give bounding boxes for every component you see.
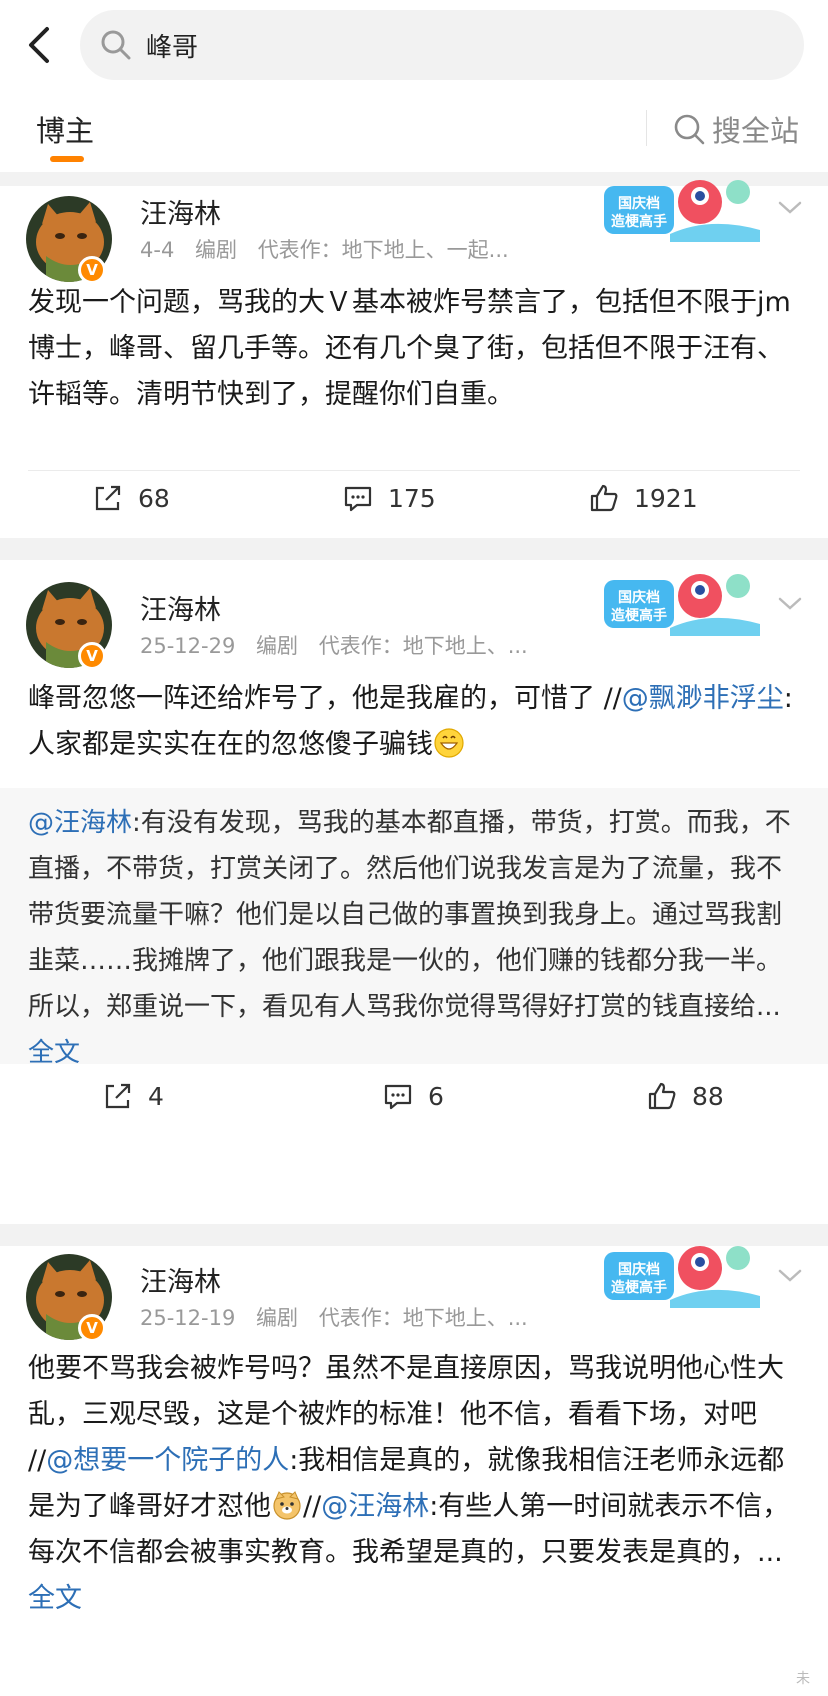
user-mention-link[interactable]: @汪海林 bbox=[321, 1491, 429, 1522]
doge-emoji-icon bbox=[273, 1491, 301, 1520]
post-card[interactable]: V 汪海林 4-4 编剧 代表作：地下地上、一起... 国庆档 造梗高手 发现一… bbox=[0, 180, 828, 586]
like-button[interactable]: 88 bbox=[646, 1080, 724, 1112]
thumbs-up-icon bbox=[648, 1082, 676, 1110]
author-works: 代表作：地下地上、一起... bbox=[257, 238, 509, 262]
thumbs-up-icon bbox=[590, 484, 618, 512]
watermark: 未 bbox=[796, 1671, 810, 1687]
user-mention-link[interactable]: @想要一个院子的人 bbox=[46, 1445, 289, 1476]
author-works: 代表作：地下地上、... bbox=[318, 634, 528, 658]
section-gap bbox=[0, 538, 828, 560]
comment-count: 6 bbox=[428, 1081, 444, 1111]
author-role: 编剧 bbox=[256, 1306, 299, 1330]
grin-emoji-icon bbox=[434, 728, 464, 758]
top-bar: 峰哥 bbox=[0, 0, 828, 90]
post-text: 峰哥忽悠一阵还给炸号了，他是我雇的，可惜了 // bbox=[28, 683, 622, 714]
svg-text:造梗高手: 造梗高手 bbox=[611, 213, 667, 230]
chevron-down-icon[interactable] bbox=[776, 198, 804, 218]
search-input[interactable]: 峰哥 bbox=[80, 10, 804, 80]
action-bar: 68 175 1921 bbox=[0, 482, 828, 522]
post-content: 峰哥忽悠一阵还给炸号了，他是我雇的，可惜了 //@飘渺非浮尘:人家都是实实在在的… bbox=[28, 676, 804, 768]
post-meta: 25-12-29 编剧 代表作：地下地上、... bbox=[140, 630, 542, 660]
repost-button[interactable]: 4 bbox=[102, 1080, 164, 1112]
national-day-badge-icon: 国庆档 造梗高手 bbox=[604, 1246, 760, 1308]
post-date: 25-12-19 bbox=[140, 1306, 236, 1330]
post-meta: 4-4 编剧 代表作：地下地上、一起... bbox=[140, 234, 523, 264]
read-full-link[interactable]: 全文 bbox=[28, 1038, 80, 1068]
tab-separator bbox=[646, 110, 647, 146]
like-count: 1921 bbox=[634, 483, 698, 513]
back-button[interactable] bbox=[18, 20, 58, 70]
svg-text:国庆档: 国庆档 bbox=[618, 589, 660, 606]
post-date: 25-12-29 bbox=[140, 634, 236, 658]
post-content: 发现一个问题，骂我的大Ｖ基本被炸号禁言了，包括但不限于jm博士，峰哥、留几手等。… bbox=[28, 287, 791, 410]
user-mention-link[interactable]: @飘渺非浮尘 bbox=[622, 683, 784, 714]
author-works: 代表作：地下地上、... bbox=[318, 1306, 528, 1330]
author-name[interactable]: 汪海林 bbox=[140, 1260, 221, 1299]
author-role: 编剧 bbox=[195, 238, 237, 262]
national-day-badge-icon: 国庆档 造梗高手 bbox=[604, 574, 760, 636]
read-full-link[interactable]: 全文 bbox=[28, 1583, 82, 1614]
search-icon bbox=[101, 30, 131, 60]
user-mention-link[interactable]: @汪海林 bbox=[28, 808, 132, 838]
comment-button[interactable]: 175 bbox=[342, 482, 436, 514]
repost-button[interactable]: 68 bbox=[92, 482, 170, 514]
author-name[interactable]: 汪海林 bbox=[140, 588, 221, 627]
quoted-post[interactable]: @汪海林:有没有发现，骂我的基本都直播，带货，打赏。而我，不直播，不带货，打赏关… bbox=[0, 788, 828, 1068]
comment-button[interactable]: 6 bbox=[382, 1080, 444, 1112]
tab-bloggers[interactable]: 博主 bbox=[36, 108, 94, 150]
action-bar: 4 6 88 bbox=[0, 1080, 828, 1120]
post-date: 4-4 bbox=[140, 238, 175, 262]
svg-text:国庆档: 国庆档 bbox=[618, 195, 660, 212]
repost-icon bbox=[95, 485, 121, 511]
verified-badge-icon: V bbox=[78, 642, 106, 670]
like-button[interactable]: 1921 bbox=[588, 482, 698, 514]
quoted-text: :有没有发现，骂我的基本都直播，带货，打赏。而我，不直播，不带货，打赏关闭了。然… bbox=[28, 808, 791, 1022]
post-card[interactable]: V 汪海林 25-12-19 编剧 代表作：地下地上、... 国庆档 造梗高手 … bbox=[0, 1246, 828, 1696]
comment-count: 175 bbox=[388, 483, 436, 513]
repost-count: 4 bbox=[148, 1081, 164, 1111]
divider bbox=[28, 470, 800, 471]
verified-badge-icon: V bbox=[78, 1314, 106, 1342]
search-query: 峰哥 bbox=[146, 32, 199, 63]
author-role: 编剧 bbox=[256, 634, 299, 658]
post-text: // bbox=[303, 1491, 322, 1522]
chevron-down-icon[interactable] bbox=[776, 1266, 804, 1286]
tab-bar: 博主 搜全站 bbox=[0, 96, 828, 172]
active-tab-indicator bbox=[50, 156, 84, 162]
repost-icon bbox=[105, 1083, 131, 1109]
svg-text:造梗高手: 造梗高手 bbox=[611, 1279, 667, 1296]
author-name[interactable]: 汪海林 bbox=[140, 192, 221, 231]
chevron-left-icon bbox=[29, 27, 49, 63]
search-all-button[interactable]: 搜全站 bbox=[672, 108, 799, 150]
post-content: 他要不骂我会被炸号吗？虽然不是直接原因，骂我说明他心性大乱，三观尽毁，这是个被炸… bbox=[28, 1346, 804, 1622]
comment-icon bbox=[344, 486, 372, 512]
like-count: 88 bbox=[692, 1081, 724, 1111]
post-card[interactable]: V 汪海林 25-12-29 编剧 代表作：地下地上、... 国庆档 造梗高手 … bbox=[0, 560, 828, 1130]
chevron-down-icon[interactable] bbox=[776, 594, 804, 614]
search-all-label: 搜全站 bbox=[712, 114, 800, 148]
post-meta: 25-12-19 编剧 代表作：地下地上、... bbox=[140, 1302, 542, 1332]
svg-text:国庆档: 国庆档 bbox=[618, 1261, 660, 1278]
comment-icon bbox=[384, 1084, 412, 1110]
repost-count: 68 bbox=[138, 483, 170, 513]
svg-text:造梗高手: 造梗高手 bbox=[611, 607, 667, 624]
national-day-badge-icon: 国庆档 造梗高手 bbox=[604, 180, 760, 242]
search-icon bbox=[674, 114, 705, 145]
quoted-content: @汪海林:有没有发现，骂我的基本都直播，带货，打赏。而我，不直播，不带货，打赏关… bbox=[28, 800, 804, 1076]
